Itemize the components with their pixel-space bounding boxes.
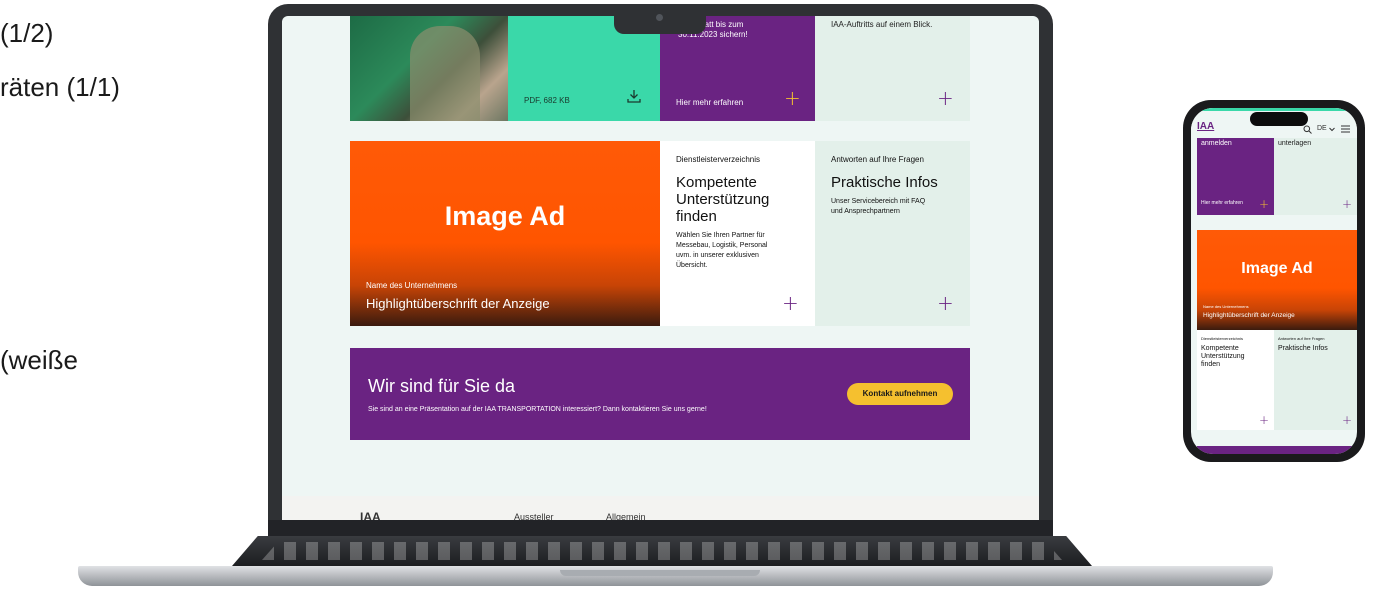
service-kicker: Dienstleisterverzeichnis: [676, 155, 761, 164]
ad-headline: Highlightüberschrift der Anzeige: [366, 296, 550, 311]
search-icon[interactable]: [1303, 125, 1312, 134]
slide-text-line-3: (weiße: [0, 345, 79, 375]
phone-promo-tile[interactable]: anmelden Hier mehr erfahren +: [1197, 138, 1274, 215]
faq-title: Praktische Infos: [831, 174, 938, 191]
service-directory-tile[interactable]: Dienstleisterverzeichnis Kompetente Unte…: [660, 141, 815, 326]
phone-faq-title: Praktische Infos: [1278, 345, 1328, 352]
phone-promo-cta[interactable]: Hier mehr erfahren: [1201, 200, 1243, 206]
download-icon[interactable]: [626, 88, 642, 104]
phone-image-ad[interactable]: Image Ad Name des Unternehmens Highlight…: [1197, 230, 1357, 330]
plus-icon[interactable]: +: [937, 293, 954, 313]
laptop-groove: [560, 570, 760, 576]
image-ad-tile[interactable]: Image Ad Name des Unternehmens Highlight…: [350, 141, 660, 326]
phone-faq-tile[interactable]: Antworten auf Ihre Fragen Praktische Inf…: [1274, 330, 1357, 430]
phone-info-tile[interactable]: unterlagen +: [1274, 138, 1357, 215]
plus-icon[interactable]: +: [1342, 194, 1352, 214]
file-size-label: PDF, 682 KB: [524, 96, 570, 105]
phone-logo[interactable]: IAA: [1197, 121, 1214, 132]
phone-dynamic-island: [1250, 112, 1308, 126]
faq-body-line-1: Unser Servicebereich mit FAQ: [831, 198, 926, 205]
service-body-line-3: uvm. in unserer exklusiven: [676, 252, 759, 259]
contact-button[interactable]: Kontakt aufnehmen: [847, 383, 953, 405]
phone-ad-company: Name des Unternehmens: [1203, 304, 1249, 309]
phone-service-tile[interactable]: Dienstleisterverzeichnis Kompetente Unte…: [1197, 330, 1274, 430]
phone-tile-text-right: unterlagen: [1278, 140, 1312, 147]
laptop-base: [78, 566, 1273, 586]
menu-icon[interactable]: [1341, 125, 1350, 133]
ad-company-name: Name des Unternehmens: [366, 281, 458, 290]
phone-service-kicker: Dienstleisterverzeichnis: [1201, 336, 1244, 341]
faq-body-line-2: und Ansprechpartnern: [831, 208, 900, 215]
service-body-line-1: Wählen Sie Ihren Partner für: [676, 232, 765, 239]
chevron-down-icon[interactable]: [1329, 127, 1335, 132]
contact-title: Wir sind für Sie da: [368, 376, 516, 396]
plus-icon[interactable]: +: [1259, 410, 1269, 430]
plus-icon[interactable]: +: [784, 88, 801, 108]
keyboard-keys: [262, 542, 1062, 560]
contact-banner: Wir sind für Sie da Sie sind an eine Prä…: [350, 348, 970, 440]
plus-icon[interactable]: +: [937, 88, 954, 108]
contact-text: Sie sind an eine Präsentation auf der IA…: [368, 406, 707, 413]
slide-text-line-1: (1/2): [0, 18, 54, 48]
phone-faq-kicker: Antworten auf Ihre Fragen: [1278, 336, 1325, 341]
slide-text-line-2: räten (1/1): [0, 72, 120, 102]
phone-image-ad-title: Image Ad: [1241, 260, 1313, 277]
promo-cta-link[interactable]: Hier mehr erfahren: [676, 98, 743, 108]
info-tile[interactable]: IAA-Auftritts auf einem Blick. +: [815, 16, 970, 121]
laptop-screen: PDF, 682 KB errabatt bis zum 30.11.2023 …: [282, 16, 1039, 524]
person-photo: [350, 16, 508, 121]
service-body-line-4: Übersicht.: [676, 262, 708, 269]
service-title-line-2: Unterstützung: [676, 191, 770, 208]
laptop-hinge: [268, 520, 1053, 538]
phone-tile-text-left: anmelden: [1201, 140, 1232, 147]
service-body-line-2: Messebau, Logistik, Personal: [676, 242, 768, 249]
info-tile-text: IAA-Auftritts auf einem Blick.: [831, 20, 933, 29]
service-title-line-1: Kompetente: [676, 174, 757, 191]
practical-info-tile[interactable]: Antworten auf Ihre Fragen Praktische Inf…: [815, 141, 970, 326]
phone-service-title-line-3: finden: [1201, 361, 1221, 368]
phone-ad-headline: Highlightüberschrift der Anzeige: [1203, 312, 1295, 319]
plus-icon[interactable]: +: [782, 293, 799, 313]
camera-icon: [656, 14, 663, 21]
plus-icon[interactable]: +: [1342, 410, 1352, 430]
phone-service-title-line-2: Unterstützung: [1201, 353, 1245, 360]
phone-contact-strip: [1197, 446, 1357, 454]
image-ad-title: Image Ad: [444, 201, 566, 231]
language-selector[interactable]: DE: [1317, 125, 1327, 132]
plus-icon[interactable]: +: [1259, 194, 1269, 214]
phone-service-title-line-1: Kompetente: [1201, 345, 1239, 352]
phone-screen: IAA DE anmelden Hier mehr erfahren + unt…: [1191, 108, 1357, 454]
service-title-line-3: finden: [676, 208, 717, 225]
faq-kicker: Antworten auf Ihre Fragen: [831, 155, 924, 164]
